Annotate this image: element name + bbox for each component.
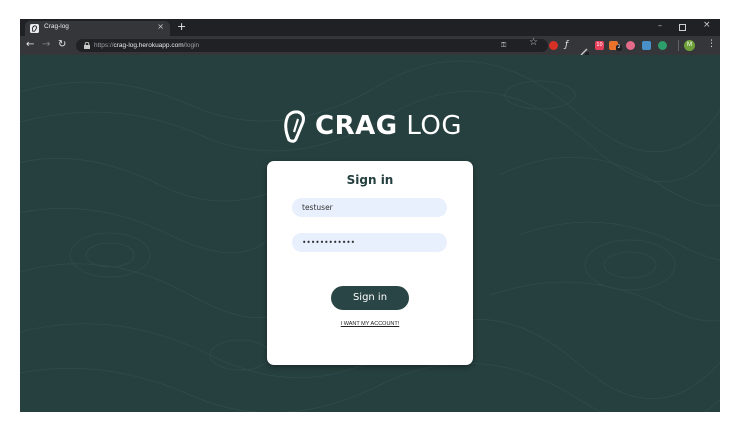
minimize-icon[interactable]: –	[658, 21, 662, 30]
tab-crag-log[interactable]: Crag-log ×	[25, 21, 170, 36]
login-page: CRAG LOG Sign in Sign in I WANT MY ACCOU…	[20, 55, 720, 412]
profile-avatar[interactable]: M	[684, 40, 695, 51]
extension-count-badge: 2	[616, 45, 622, 51]
tab-close-icon[interactable]: ×	[157, 22, 164, 31]
sign-in-heading: Sign in	[346, 173, 394, 187]
extension-pink-icon[interactable]	[626, 41, 635, 50]
close-window-icon[interactable]: ×	[703, 20, 711, 30]
recover-account-link[interactable]: I WANT MY ACCOUNT!	[267, 321, 473, 327]
logo-wordmark: CRAG LOG	[315, 111, 463, 141]
sign-in-button[interactable]: Sign in	[331, 286, 409, 310]
browser-window: Crag-log × + – × ← → ↻ https://crag-log.…	[20, 19, 720, 412]
extension-script-icon[interactable]: ƒ	[565, 41, 574, 50]
forward-arrow-icon[interactable]: →	[42, 38, 50, 52]
toolbar-separator	[678, 40, 679, 51]
address-bar[interactable]: https://crag-log.herokuapp.com/login	[76, 39, 548, 52]
crag-log-logo: CRAG LOG	[282, 107, 482, 147]
carabiner-icon	[284, 110, 305, 143]
extension-red-icon[interactable]	[549, 41, 558, 50]
reload-icon[interactable]: ↻	[58, 38, 66, 52]
key-icon[interactable]: ⚿	[501, 41, 506, 50]
menu-dots-icon[interactable]: ⋮	[707, 39, 716, 49]
tab-title: Crag-log	[44, 23, 69, 30]
extension-blue-icon[interactable]	[642, 41, 651, 50]
extension-green-icon[interactable]	[658, 41, 667, 50]
back-arrow-icon[interactable]: ←	[26, 38, 34, 52]
lock-icon	[84, 42, 90, 49]
url-text: https://crag-log.herokuapp.com/login	[94, 42, 200, 49]
maximize-icon[interactable]	[679, 24, 686, 31]
username-field[interactable]	[292, 198, 447, 217]
crag-log-favicon-icon	[30, 24, 39, 33]
new-tab-button[interactable]: +	[177, 19, 186, 34]
password-field[interactable]	[292, 233, 447, 252]
extension-pen-icon[interactable]	[580, 41, 589, 56]
tab-strip: Crag-log × + – ×	[20, 19, 720, 36]
browser-toolbar: ← → ↻ https://crag-log.herokuapp.com/log…	[20, 36, 720, 56]
bookmark-star-icon[interactable]: ☆	[529, 37, 538, 48]
sign-in-card: Sign in Sign in I WANT MY ACCOUNT!	[267, 161, 473, 365]
extension-badge-icon[interactable]: 10	[595, 41, 604, 50]
